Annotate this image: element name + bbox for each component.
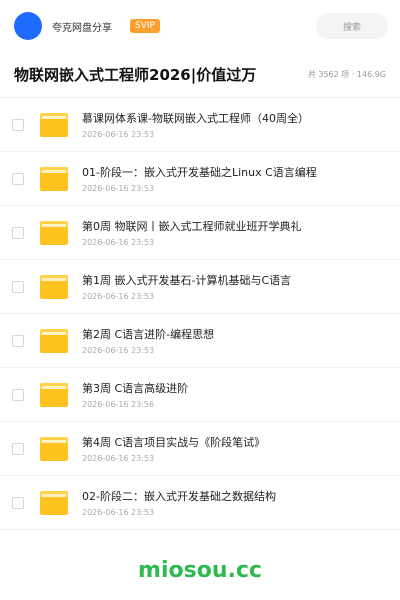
row-checkbox[interactable] [12,334,24,347]
row-checkbox[interactable] [12,118,24,131]
row-checkbox[interactable] [12,388,24,401]
file-date: 2026-06-16 23:53 [82,508,155,517]
file-name[interactable]: 第1周 嵌入式开发基石-计算机基础与C语言 [82,272,291,288]
file-date: 2026-06-16 23:53 [82,184,155,193]
share-stats: 共 3562 项 · 146.9G [307,70,386,79]
file-row[interactable]: 第1周 嵌入式开发基石-计算机基础与C语言 2026-06-16 23:53 [0,260,400,314]
file-name[interactable]: 第3周 C语言高级进阶 [82,380,188,396]
file-name[interactable]: 第0周 物联网丨嵌入式工程师就业班开学典礼 [82,218,302,234]
folder-icon [40,436,68,461]
file-list: 慕课网体系课-物联网嵌入式工程师（40周全） 2026-06-16 23:53 01… [0,98,400,530]
file-row[interactable]: 第3周 C语言高级进阶 2026-06-16 23:56 [0,368,400,422]
avatar[interactable] [14,12,42,40]
file-date: 2026-06-16 23:53 [82,238,155,247]
file-date: 2026-06-16 23:53 [82,130,155,139]
search-input[interactable]: 搜索 [316,13,388,39]
page-title: 物联网嵌入式工程师2026|价值过万 [14,66,257,84]
search-placeholder: 搜索 [342,22,361,33]
file-info: 第2周 C语言进阶-编程思想 2026-06-16 23:53 [82,326,214,355]
file-info: 02-阶段二：嵌入式开发基础之数据结构 2026-06-16 23:53 [82,488,276,517]
file-row[interactable]: 第4周 C语言项目实战与《阶段笔试》 2026-06-16 23:53 [0,422,400,476]
file-date: 2026-06-16 23:53 [82,346,155,355]
file-row[interactable]: 慕课网体系课-物联网嵌入式工程师（40周全） 2026-06-16 23:53 [0,98,400,152]
folder-icon [40,382,68,407]
file-date: 2026-06-16 23:53 [82,454,155,463]
file-name[interactable]: 慕课网体系课-物联网嵌入式工程师（40周全） [82,110,309,126]
file-info: 第1周 嵌入式开发基石-计算机基础与C语言 2026-06-16 23:53 [82,272,291,301]
app-header: 夸克网盘分享 SVIP 搜索 [0,0,400,52]
watermark: miosou.cc [138,558,262,583]
svip-badge: SVIP [130,19,160,33]
share-title-bar: 物联网嵌入式工程师2026|价值过万 共 3562 项 · 146.9G [0,52,400,98]
folder-icon [40,166,68,191]
file-info: 慕课网体系课-物联网嵌入式工程师（40周全） 2026-06-16 23:53 [82,110,309,139]
file-info: 第0周 物联网丨嵌入式工程师就业班开学典礼 2026-06-16 23:53 [82,218,302,247]
file-row[interactable]: 第0周 物联网丨嵌入式工程师就业班开学典礼 2026-06-16 23:53 [0,206,400,260]
row-checkbox[interactable] [12,226,24,239]
row-checkbox[interactable] [12,496,24,509]
file-date: 2026-06-16 23:53 [82,292,155,301]
file-name[interactable]: 01-阶段一：嵌入式开发基础之Linux C语言编程 [82,164,317,180]
brand-name: 夸克网盘分享 [52,22,112,34]
row-checkbox[interactable] [12,442,24,455]
row-checkbox[interactable] [12,172,24,185]
folder-icon [40,112,68,137]
folder-icon [40,274,68,299]
file-date: 2026-06-16 23:56 [82,400,155,409]
folder-icon [40,220,68,245]
file-name[interactable]: 第2周 C语言进阶-编程思想 [82,326,214,342]
folder-icon [40,328,68,353]
file-info: 第4周 C语言项目实战与《阶段笔试》 2026-06-16 23:53 [82,434,265,463]
file-info: 第3周 C语言高级进阶 2026-06-16 23:56 [82,380,188,409]
file-name[interactable]: 第4周 C语言项目实战与《阶段笔试》 [82,434,265,450]
file-row[interactable]: 01-阶段一：嵌入式开发基础之Linux C语言编程 2026-06-16 23:… [0,152,400,206]
folder-icon [40,490,68,515]
file-row[interactable]: 第2周 C语言进阶-编程思想 2026-06-16 23:53 [0,314,400,368]
file-info: 01-阶段一：嵌入式开发基础之Linux C语言编程 2026-06-16 23:… [82,164,317,193]
file-row[interactable]: 02-阶段二：嵌入式开发基础之数据结构 2026-06-16 23:53 [0,476,400,530]
row-checkbox[interactable] [12,280,24,293]
file-name[interactable]: 02-阶段二：嵌入式开发基础之数据结构 [82,488,276,504]
